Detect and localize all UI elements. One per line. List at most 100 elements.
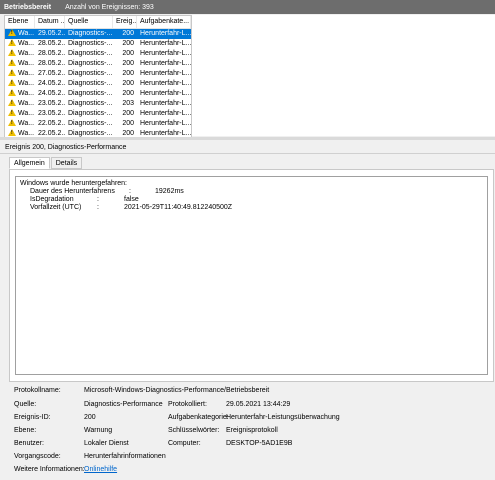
event-id-cell: 200: [122, 70, 134, 77]
task-category-cell: Herunterfahr-L...: [140, 40, 191, 47]
warning-icon: [8, 89, 16, 96]
splitter[interactable]: [0, 137, 495, 140]
table-row[interactable]: Wa...28.05.2...Diagnostics-... 200 Herunte…: [5, 49, 191, 59]
event-detail-title: Ereignis 200, Diagnostics-Performance: [0, 141, 495, 154]
level-cell: Wa...: [5, 89, 35, 99]
event-id-cell: 200: [122, 80, 134, 87]
level-cell: Wa...: [5, 59, 35, 69]
level-cell: Wa...: [5, 99, 35, 109]
warning-icon: [8, 59, 16, 66]
table-row[interactable]: Wa...27.05.2...Diagnostics-... 200 Herunte…: [5, 69, 191, 79]
table-row[interactable]: Wa...23.05.2...Diagnostics-... 203 Herunte…: [5, 99, 191, 109]
source-value: Diagnostics-Performance: [84, 401, 163, 408]
task-category-label: Aufgabenkategorie:: [168, 414, 229, 421]
date-cell: 28.05.2...: [38, 50, 65, 57]
event-id-cell: 203: [122, 100, 134, 107]
computer-label: Computer:: [168, 440, 201, 447]
event-log-header: Betriebsbereit Anzahl von Ereignissen: 3…: [0, 0, 495, 14]
level-text: Wa...: [18, 70, 35, 77]
column-header-task-category[interactable]: Aufgabenkate...: [137, 16, 191, 28]
user-value: Lokaler Dienst: [84, 440, 129, 447]
level-value: Warnung: [84, 427, 113, 434]
log-name-value: Microsoft-Windows-Diagnostics-Performanc…: [84, 387, 270, 394]
event-list[interactable]: Ebene Datum ... Quelle Ereig... Aufgaben…: [4, 15, 192, 138]
isdegradation-value: false: [124, 196, 139, 203]
event-id-cell: 200: [122, 60, 134, 67]
level-cell: Wa...: [5, 119, 35, 129]
task-category-cell: Herunterfahr-L...: [140, 100, 191, 107]
table-row[interactable]: Wa...29.05.2...Diagnostics-... 200 Herunte…: [5, 29, 191, 39]
shutdown-duration-value: 19262ms: [155, 188, 184, 195]
computer-value: DESKTOP-5AD1E9B: [226, 440, 293, 447]
general-panel: Windows wurde heruntergefahren: Dauer de…: [9, 169, 494, 382]
source-cell: Diagnostics-...: [68, 110, 113, 117]
table-row[interactable]: Wa...22.05.2...Diagnostics-... 200 Herunte…: [5, 119, 191, 129]
detail-tabs: Allgemein Details: [9, 157, 83, 169]
source-cell: Diagnostics-...: [68, 40, 113, 47]
logged-value: 29.05.2021 13:44:29: [226, 401, 291, 408]
list-empty-area: [192, 15, 495, 136]
warning-icon: [8, 29, 16, 36]
level-text: Wa...: [18, 110, 35, 117]
table-row[interactable]: Wa...24.05.2...Diagnostics-... 200 Herunte…: [5, 89, 191, 99]
date-cell: 27.05.2...: [38, 70, 65, 77]
level-text: Wa...: [18, 130, 35, 137]
task-category-cell: Herunterfahr-L...: [140, 80, 191, 87]
user-label: Benutzer:: [14, 440, 44, 447]
event-id-cell: 200: [122, 50, 134, 57]
event-id-label: Ereignis-ID:: [14, 414, 51, 421]
level-cell: Wa...: [5, 39, 35, 49]
date-cell: 24.05.2...: [38, 80, 65, 87]
event-id-cell: 200: [122, 120, 134, 127]
level-text: Wa...: [18, 100, 35, 107]
event-id-cell: 200: [122, 30, 134, 37]
source-cell: Diagnostics-...: [68, 30, 113, 37]
event-id-value: 200: [84, 414, 96, 421]
source-cell: Diagnostics-...: [68, 50, 113, 57]
warning-icon: [8, 39, 16, 46]
column-header-event-id[interactable]: Ereig...: [113, 16, 137, 28]
task-category-cell: Herunterfahr-L...: [140, 110, 191, 117]
shutdown-duration-label: Dauer des Herunterfahrens: [30, 188, 115, 195]
task-category-cell: Herunterfahr-L...: [140, 90, 191, 97]
tab-details[interactable]: Details: [50, 157, 83, 169]
incident-time-value: 2021-05-29T11:40:49.812240500Z: [124, 204, 233, 211]
level-text: Wa...: [18, 120, 35, 127]
source-cell: Diagnostics-...: [68, 120, 113, 127]
level-text: Wa...: [18, 80, 35, 87]
source-label: Quelle:: [14, 401, 37, 408]
log-status-title: Betriebsbereit: [4, 3, 52, 11]
date-cell: 29.05.2...: [38, 30, 65, 37]
table-row[interactable]: Wa...28.05.2...Diagnostics-... 200 Herunte…: [5, 59, 191, 69]
source-cell: Diagnostics-...: [68, 100, 113, 107]
source-cell: Diagnostics-...: [68, 80, 113, 87]
level-cell: Wa...: [5, 49, 35, 59]
column-header-source[interactable]: Quelle: [65, 16, 113, 28]
level-label: Ebene:: [14, 427, 37, 434]
table-row[interactable]: Wa...28.05.2...Diagnostics-... 200 Herunte…: [5, 39, 191, 49]
level-text: Wa...: [18, 30, 35, 37]
event-description[interactable]: Windows wurde heruntergefahren: Dauer de…: [15, 176, 488, 375]
online-help-link[interactable]: Onlinehilfe: [84, 465, 117, 475]
event-count: Anzahl von Ereignissen: 393: [65, 3, 154, 11]
incident-time-label: Vorfallzeit (UTC): [30, 204, 82, 211]
log-name-label: Protokollname:: [14, 387, 61, 394]
task-category-cell: Herunterfahr-L...: [140, 60, 191, 67]
event-id-cell: 200: [122, 90, 134, 97]
level-cell: Wa...: [5, 29, 35, 39]
keywords-value: Ereignisprotokoll: [226, 427, 278, 434]
isdegradation-sep: :: [97, 196, 99, 203]
source-cell: Diagnostics-...: [68, 90, 113, 97]
column-header-date[interactable]: Datum ...: [35, 16, 65, 28]
tab-general[interactable]: Allgemein: [9, 157, 50, 169]
warning-icon: [8, 69, 16, 76]
task-category-value: Herunterfahr-Leistungsüberwachung: [226, 414, 340, 421]
table-row[interactable]: Wa...24.05.2...Diagnostics-... 200 Herunte…: [5, 79, 191, 89]
opcode-value: Herunterfahrinformationen: [84, 453, 166, 460]
table-row[interactable]: Wa...23.05.2...Diagnostics-... 200 Herunte…: [5, 109, 191, 119]
level-cell: Wa...: [5, 109, 35, 119]
description-line-1: Windows wurde heruntergefahren:: [20, 180, 128, 187]
level-cell: Wa...: [5, 69, 35, 79]
warning-icon: [8, 119, 16, 126]
column-header-level[interactable]: Ebene: [5, 16, 35, 28]
